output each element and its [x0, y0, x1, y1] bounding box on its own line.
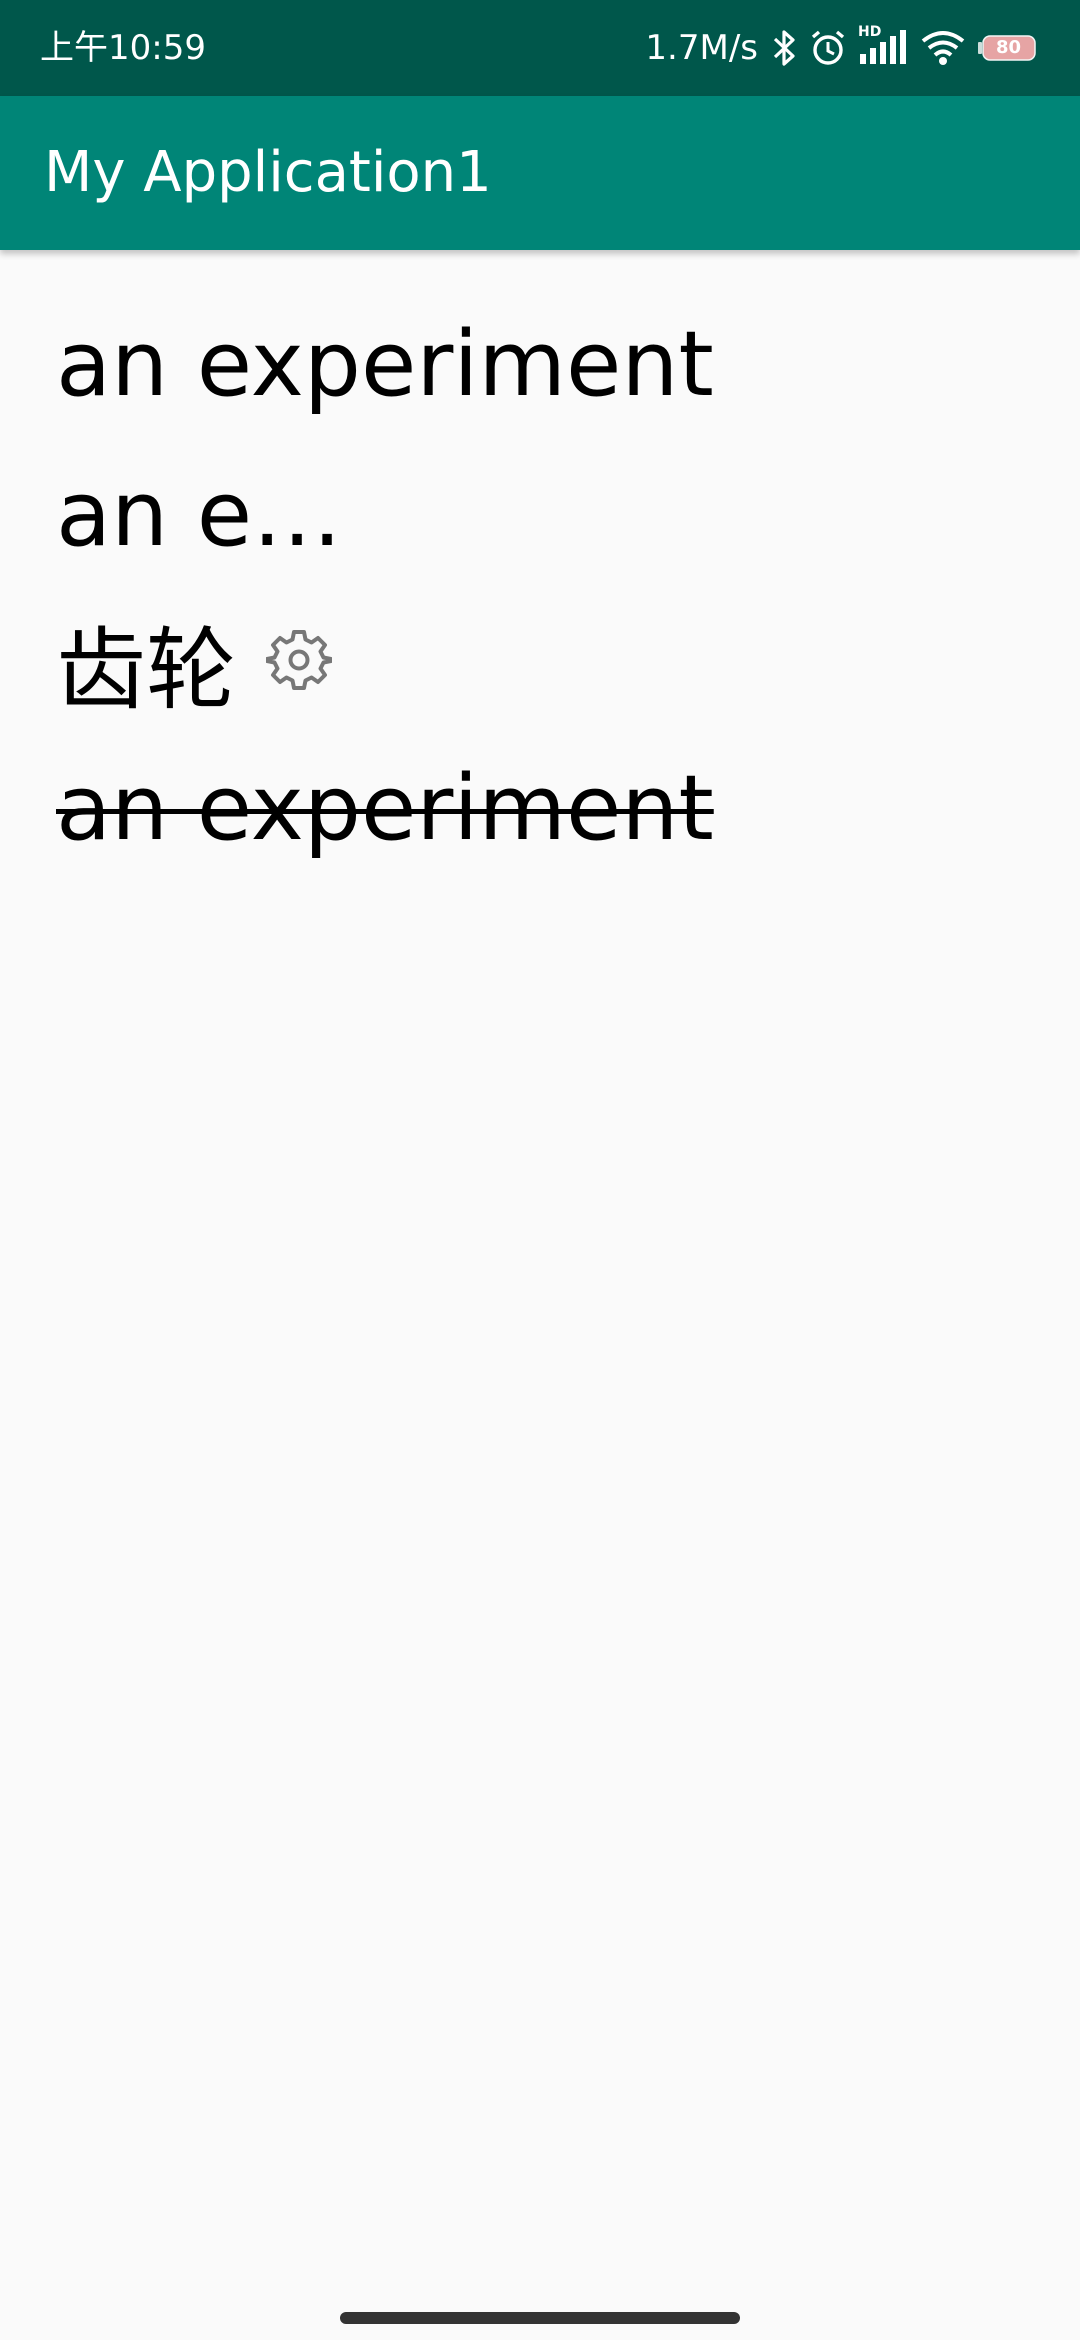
status-icons: 1.7M/s HD 80: [645, 0, 1038, 96]
text-line-strikethrough-label: an experiment: [56, 755, 714, 861]
text-line-strikethrough: an experiment: [56, 734, 714, 882]
app-bar: My Application1: [0, 96, 1080, 250]
text-line-ellipsized-label: an e…: [56, 461, 343, 567]
status-bar: 上午10:59 1.7M/s HD 80: [0, 0, 1080, 96]
text-line-full-label: an experiment: [56, 311, 714, 417]
alarm-icon: [808, 28, 848, 68]
text-line-with-icon-label: 齿轮: [56, 618, 236, 723]
wifi-icon: [920, 29, 966, 67]
network-speed: 1.7M/s: [645, 28, 758, 68]
battery-level: 80: [996, 37, 1022, 58]
app-title: My Application1: [44, 140, 492, 205]
text-line-ellipsized: an e…: [56, 440, 342, 588]
home-indicator[interactable]: [340, 2312, 740, 2324]
bluetooth-icon: [772, 29, 798, 67]
status-time: 上午10:59: [40, 28, 206, 68]
text-line-full: an experiment: [56, 290, 714, 438]
hd-label: HD: [858, 24, 882, 40]
gear-icon: [265, 610, 333, 715]
battery-icon: 80: [976, 33, 1038, 63]
text-line-with-icon: 齿轮: [56, 588, 333, 736]
signal-icon: HD: [858, 24, 910, 68]
